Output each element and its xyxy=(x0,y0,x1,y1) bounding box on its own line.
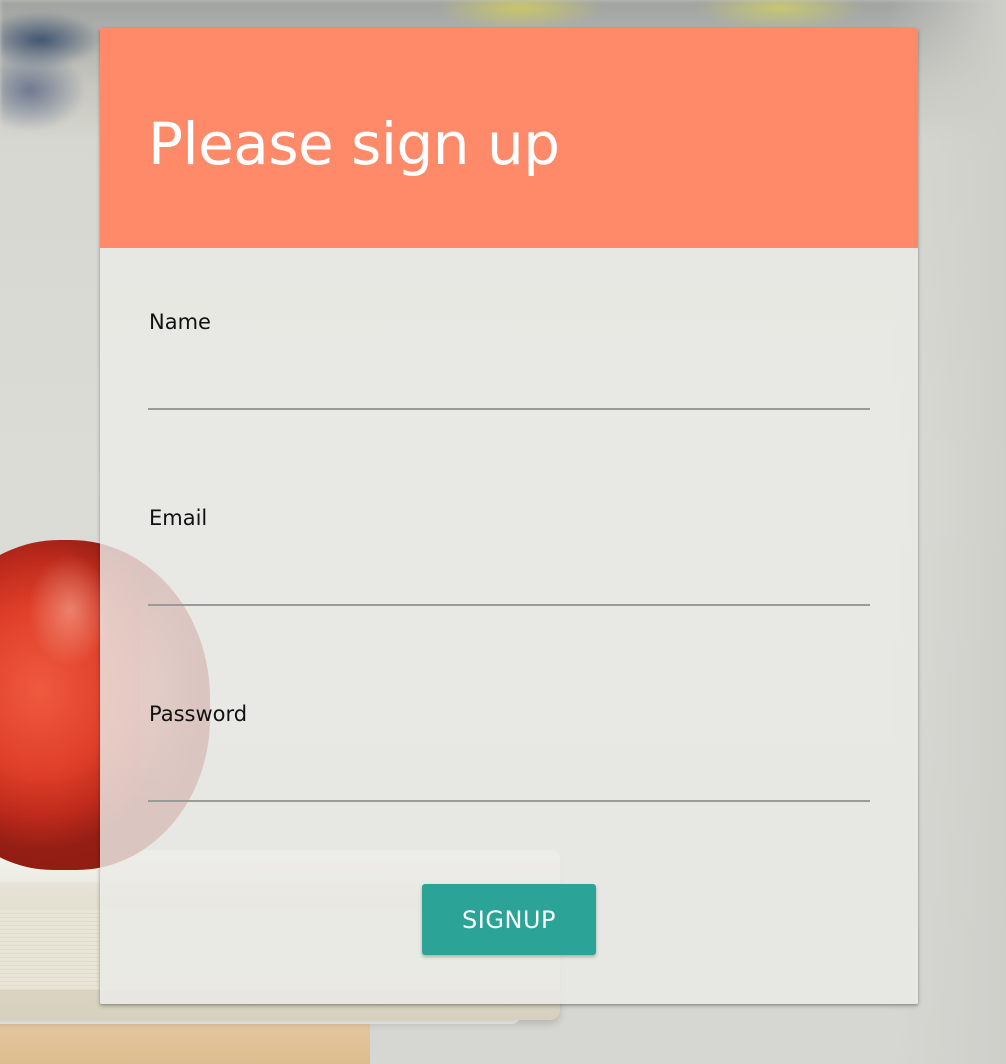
name-label: Name xyxy=(149,310,211,334)
email-input[interactable] xyxy=(148,546,870,606)
form-title: Please sign up xyxy=(148,110,560,178)
form-header: Please sign up xyxy=(100,28,918,248)
email-label: Email xyxy=(149,506,208,530)
signup-button[interactable]: SIGNUP xyxy=(422,884,596,955)
name-input[interactable] xyxy=(148,350,870,410)
signup-form-card: Please sign up Name Email Password SIGNU… xyxy=(100,28,918,1004)
password-label: Password xyxy=(149,702,248,726)
book-bottom xyxy=(0,1018,370,1064)
page-background: Please sign up Name Email Password SIGNU… xyxy=(0,0,1006,1064)
password-input[interactable] xyxy=(148,742,870,802)
